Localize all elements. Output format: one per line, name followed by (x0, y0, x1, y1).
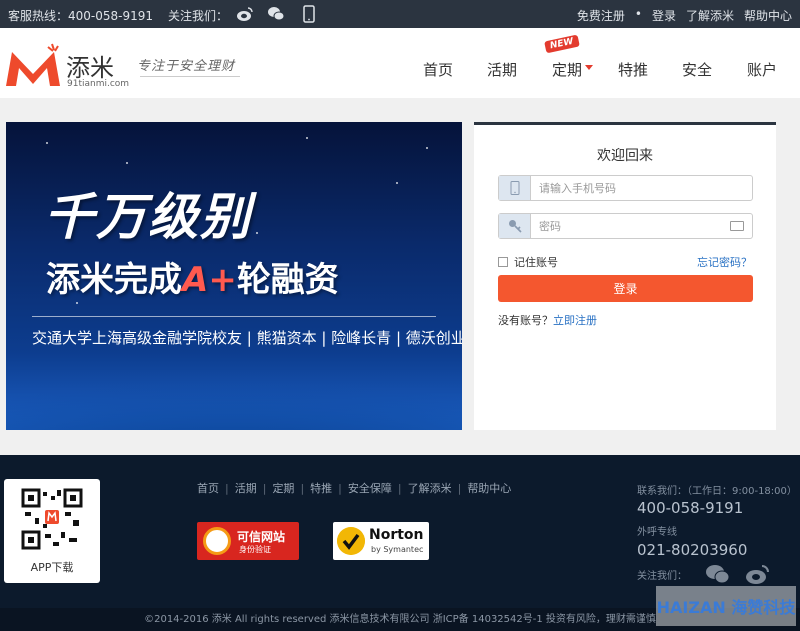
nav-security[interactable]: 安全 (682, 59, 712, 80)
qr-code-icon (21, 488, 83, 550)
banner-sub-post: 轮融资 (236, 260, 339, 300)
footer-links: 首页 | 活期 | 定期 | 特推 | 安全保障 | 了解添米 | 帮助中心 (197, 482, 512, 495)
footer-link-fixed[interactable]: 定期 (272, 482, 294, 495)
nav-fixed[interactable]: 定期 (552, 59, 582, 80)
weibo-icon[interactable] (745, 563, 771, 585)
norton-title: Norton (369, 527, 424, 543)
mobile-icon[interactable] (300, 5, 318, 23)
footer-link-help[interactable]: 帮助中心 (467, 482, 511, 495)
hotline-text: 客服热线：400-058-9191 (8, 9, 154, 23)
separator-dot: • (634, 7, 642, 21)
password-field[interactable] (498, 213, 753, 239)
nav-account[interactable]: 账户 (747, 59, 777, 80)
key-icon (499, 214, 531, 238)
footer-link-about[interactable]: 了解添米 (408, 482, 452, 495)
footer-link-featured[interactable]: 特推 (310, 482, 332, 495)
trusted-site-badge[interactable]: 可信网站 身份验证 (197, 522, 299, 560)
qr-card[interactable]: APP下载 (4, 479, 100, 583)
no-account-text: 没有账号？ (498, 314, 553, 327)
phone-input[interactable] (539, 179, 729, 197)
norton-sub: by Symantec (371, 545, 424, 554)
header: 添米 91tianmi.com 专注于安全理财 首页 活期 定期 NEW 特推 … (0, 28, 800, 98)
banner-sub-pre: 添米完成 (46, 260, 182, 300)
footer-follow-label: 关注我们： (637, 571, 687, 582)
remember-label: 记住账号 (514, 256, 558, 269)
slogan-underline (140, 76, 240, 77)
wechat-icon[interactable] (267, 5, 285, 23)
trusted-badge-sub: 身份验证 (239, 545, 271, 554)
logo-name: 添米 (66, 54, 114, 82)
remember-row[interactable]: 记住账号 (498, 254, 558, 270)
contact-phone: 400-058-9191 (637, 499, 744, 517)
slogan: 专注于安全理财 (137, 59, 236, 74)
login-button[interactable]: 登录 (498, 275, 753, 302)
promo-banner[interactable]: 千万级别 添米完成A+轮融资 交通大学上海高级金融学院校友 | 熊猫资本 | 险… (6, 122, 462, 430)
phone-icon (499, 176, 531, 200)
logo-domain: 91tianmi.com (67, 79, 130, 89)
trusted-seal-icon (203, 527, 231, 555)
password-input[interactable] (539, 217, 729, 235)
about-link[interactable]: 了解添米 (686, 7, 734, 24)
banner-subheadline: 添米完成A+轮融资 (46, 252, 339, 301)
nav-home[interactable]: 首页 (423, 59, 453, 80)
forgot-password-link[interactable]: 忘记密码？ (697, 254, 752, 270)
keyboard-icon[interactable] (730, 221, 744, 231)
banner-investors: 交通大学上海高级金融学院校友 | 熊猫资本 | 险峰长青 | 德沃创业 (32, 329, 462, 347)
wechat-icon[interactable] (705, 563, 731, 585)
login-panel: 欢迎回来 记住账号 忘记密码？ 登录 没有账号？立即注册 (474, 122, 776, 430)
trusted-badge-title: 可信网站 (237, 530, 286, 544)
footer-link-current[interactable]: 活期 (235, 482, 257, 495)
nav-featured[interactable]: 特推 (618, 59, 648, 80)
footer-link-security[interactable]: 安全保障 (348, 482, 392, 495)
login-title: 欢迎回来 (597, 148, 653, 164)
weibo-icon[interactable] (236, 5, 254, 23)
phone-field[interactable] (498, 175, 753, 201)
no-account-row: 没有账号？立即注册 (498, 312, 597, 328)
app-download-label: APP下载 (30, 561, 74, 574)
nav-current[interactable]: 活期 (487, 59, 517, 80)
banner-headline: 千万级别 (44, 188, 252, 246)
help-link[interactable]: 帮助中心 (744, 7, 792, 24)
contact-label: 联系我们：（工作日：9:00-18:00） (637, 486, 797, 497)
register-now-link[interactable]: 立即注册 (553, 314, 597, 327)
caret-down-icon (585, 65, 593, 70)
checkmark-icon (337, 527, 365, 555)
outbound-label: 外呼专线 (637, 527, 677, 538)
top-bar: 客服热线：400-058-9191 关注我们： 免费注册 • 登录 了解添米 帮… (0, 0, 800, 28)
new-badge: NEW (544, 34, 580, 54)
footer-link-home[interactable]: 首页 (197, 482, 219, 495)
top-links: 免费注册 • 登录 了解添米 帮助中心 (577, 7, 792, 24)
logo-icon[interactable] (4, 42, 62, 90)
outbound-phone: 021-80203960 (637, 541, 748, 559)
watermark: HAIZAN 海赞科技 (656, 586, 796, 626)
norton-badge[interactable]: Norton by Symantec (333, 522, 429, 560)
register-link[interactable]: 免费注册 (577, 7, 625, 24)
login-link[interactable]: 登录 (652, 7, 676, 24)
banner-divider (32, 316, 436, 317)
banner-sub-highlight: A+ (182, 260, 237, 300)
remember-checkbox[interactable] (498, 257, 508, 267)
follow-label: 关注我们： (168, 9, 229, 23)
